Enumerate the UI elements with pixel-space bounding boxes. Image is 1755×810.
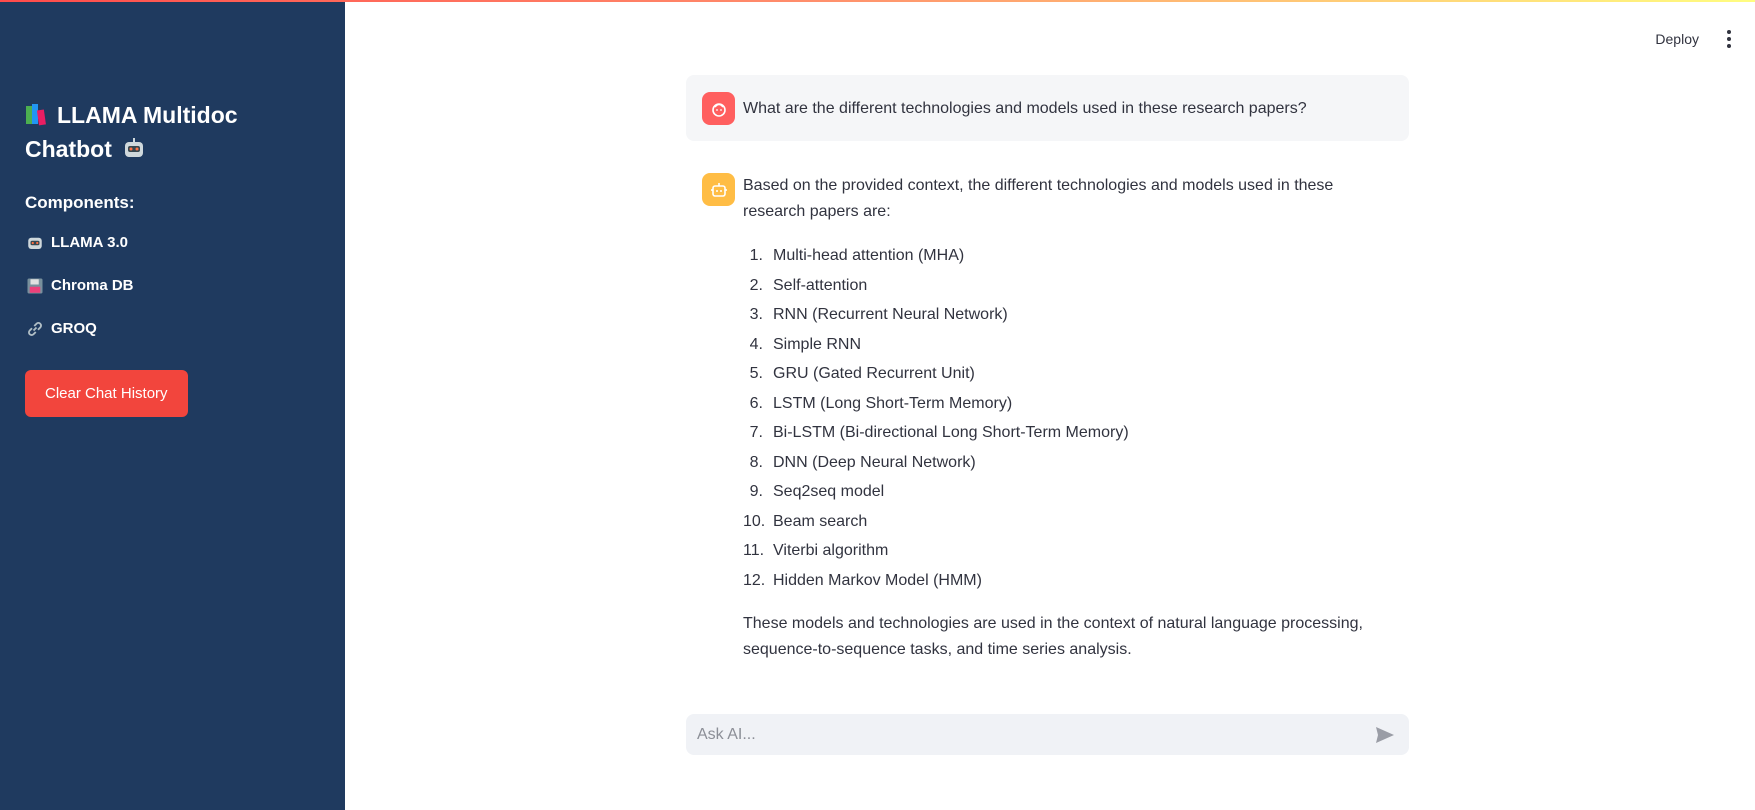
assistant-list: 1. Multi-head attention (MHA) 2. Self-atte… [743,241,1383,595]
top-accent-bar [0,0,1755,2]
list-item: 2. Self-attention [749,276,868,294]
list-item: 12. Hidden Markov Model (HMM) [743,571,982,589]
component-label: GROQ [51,320,97,337]
list-item: 1. Multi-head attention (MHA) [749,247,965,264]
list-item: 6. LSTM (Long Short-Term Memory) [749,394,1013,412]
kebab-menu-icon[interactable] [1725,30,1733,48]
list-item: 7. Bi-LSTM (Bi-directional Long Short-Ter… [749,424,1129,441]
sidebar: LLAMA Multidoc Chatbot Components: LLAMA… [0,0,345,810]
assistant-message: Based on the provided context, the diffe… [686,157,1409,663]
component-chroma: Chroma DB [25,273,321,299]
list-item: 4. Simple RNN [749,335,862,353]
list-item: 11. Viterbi algorithm [743,542,889,559]
books-icon [25,103,49,134]
component-label: LLAMA 3.0 [51,234,128,251]
user-avatar-icon [702,92,735,125]
component-llama: LLAMA 3.0 [25,230,321,256]
components-heading: Components: [25,193,135,212]
list-item: 8. DNN (Deep Neural Network) [749,453,976,471]
user-message: What are the different technologies and … [686,75,1409,141]
robot-icon [25,233,45,253]
component-groq: GROQ [25,316,321,342]
floppy-disk-icon [25,276,45,296]
robot-icon [122,137,146,169]
assistant-outro: These models and technologies are used i… [743,615,1363,658]
send-icon[interactable] [1370,720,1400,750]
link-icon [25,319,45,339]
list-item: 3. RNN (Recurrent Neural Network) [749,306,1008,323]
list-item: 5. GRU (Gated Recurrent Unit) [749,365,975,382]
header-actions: Deploy [1649,27,1733,51]
clear-chat-history-button[interactable]: Clear Chat History [25,370,188,417]
sidebar-title: LLAMA Multidoc Chatbot [25,100,321,169]
chat-input-bar [686,714,1409,755]
user-message-text: What are the different technologies and … [743,100,1307,117]
assistant-avatar-icon [702,173,735,206]
list-item: 10. Beam search [743,512,868,530]
deploy-button[interactable]: Deploy [1649,27,1705,51]
list-item: 9. Seq2seq model [749,483,885,500]
assistant-intro: Based on the provided context, the diffe… [743,177,1334,220]
chat-input[interactable] [695,724,1370,745]
assistant-message-body: Based on the provided context, the diffe… [743,173,1383,663]
component-label: Chroma DB [51,277,134,294]
